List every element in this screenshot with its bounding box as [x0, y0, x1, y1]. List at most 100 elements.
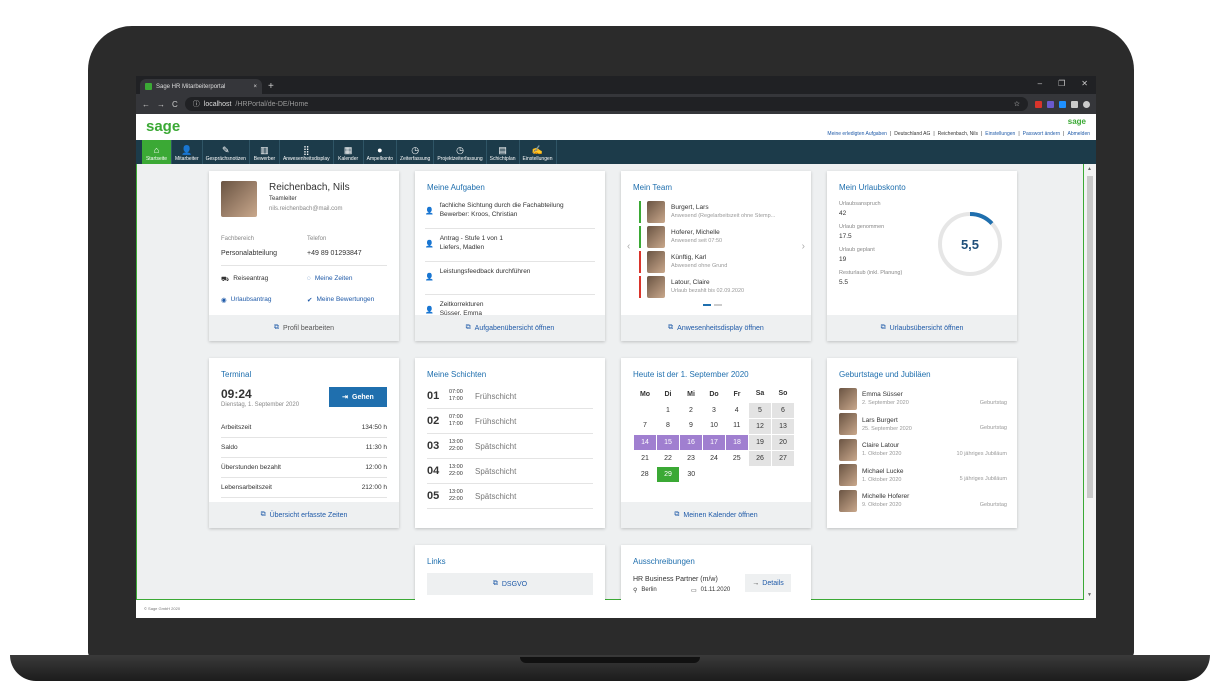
calendar-day[interactable]: 16	[679, 433, 703, 451]
nav-item[interactable]: ✍ Einstellungen	[520, 140, 557, 164]
calendar-day[interactable]: 7	[634, 418, 657, 434]
calendar-day[interactable]: 12	[748, 417, 772, 435]
dsgvo-link[interactable]: ⧉ DSGVO	[427, 573, 593, 595]
back-icon[interactable]: ←	[142, 100, 150, 109]
maximize-button[interactable]: ❐	[1058, 79, 1065, 88]
birthday-item[interactable]: Michelle Hoferer 9. Oktober 2020 Geburtsta…	[839, 488, 1007, 514]
team-next-button[interactable]: ›	[802, 241, 805, 252]
shift-row[interactable]: 01 07:00 17:00 Frühschicht	[427, 384, 593, 409]
calendar-day[interactable]: 11	[726, 418, 749, 434]
team-footer[interactable]: ⧉ Anwesenheitsdisplay öffnen	[621, 315, 811, 341]
calendar-day[interactable]: 4	[726, 402, 749, 418]
birthday-item[interactable]: Michael Lucke 1. Oktober 2020 5 jähriges J…	[839, 463, 1007, 489]
attendance-display-link[interactable]: Anwesenheitsdisplay öffnen	[677, 325, 764, 332]
extension-icon[interactable]	[1035, 100, 1042, 108]
calendar-day[interactable]: 19	[748, 433, 772, 451]
task-item[interactable]: 👤 Leistungsfeedback durchführen	[425, 265, 595, 295]
dot[interactable]	[714, 304, 722, 306]
calendar-day[interactable]: 8	[657, 418, 680, 434]
nav-item[interactable]: ▦ Kalender	[334, 140, 364, 164]
calendar-footer[interactable]: ⧉ Meinen Kalender öffnen	[621, 502, 811, 528]
url-input[interactable]: ⓘ localhost/HRPortal/de-DE/Home ☆	[184, 97, 1028, 111]
header-link[interactable]: Einstellungen	[985, 131, 1015, 137]
calendar-day[interactable]: 14	[633, 433, 657, 451]
new-tab-button[interactable]: +	[268, 81, 274, 92]
team-member[interactable]: Burgert, Lars Anwesend (Regelarbeitszeit …	[639, 199, 795, 224]
calendar-day[interactable]: 20	[771, 433, 795, 451]
calendar-day[interactable]: 27	[771, 449, 795, 467]
profile-action[interactable]: ◉ Urlaubsantrag	[221, 296, 307, 304]
scroll-down-icon[interactable]: ▼	[1087, 592, 1092, 598]
calendar-day[interactable]: 9	[680, 418, 703, 434]
scroll-up-icon[interactable]: ▲	[1087, 166, 1092, 172]
terminal-footer[interactable]: ⧉ Übersicht erfasste Zeiten	[209, 502, 399, 528]
calendar-day[interactable]: 1	[657, 402, 680, 418]
tasks-overview-link[interactable]: Aufgabenübersicht öffnen	[475, 325, 555, 332]
nav-item[interactable]: ▤ Schichtplan	[487, 140, 520, 164]
birthday-item[interactable]: Lars Burgert 25. September 2020 Geburtstag	[839, 412, 1007, 438]
team-member[interactable]: Hoferer, Michelle Anwesend seit 07:50	[639, 224, 795, 249]
calendar-day[interactable]: 3	[703, 402, 726, 418]
reload-icon[interactable]: C	[172, 100, 178, 109]
calendar-day[interactable]: 13	[771, 417, 795, 435]
team-prev-button[interactable]: ‹	[627, 241, 630, 252]
vacation-footer[interactable]: ⧉ Urlaubsübersicht öffnen	[827, 315, 1017, 341]
calendar-day[interactable]: 6	[771, 401, 795, 419]
vacation-overview-link[interactable]: Urlaubsübersicht öffnen	[890, 325, 964, 332]
calendar-day[interactable]: 15	[656, 433, 680, 451]
nav-item[interactable]: ● Ampelkonto	[364, 140, 398, 164]
nav-item[interactable]: ✎ Gesprächsnotizen	[203, 140, 250, 164]
nav-item[interactable]: ◷ Projektzeiterfassung	[434, 140, 487, 164]
dot[interactable]	[703, 304, 711, 306]
team-member[interactable]: Künftig, Karl Abwesend ohne Grund	[639, 249, 795, 274]
calendar-day[interactable]: 5	[748, 401, 772, 419]
calendar-day[interactable]: 26	[748, 449, 772, 467]
profile-action[interactable]: ✔ Meine Bewertungen	[307, 296, 391, 304]
header-link[interactable]: Meine erledigten Aufgaben	[827, 131, 887, 137]
scrollbar[interactable]: ▲ ▼	[1084, 164, 1096, 600]
nav-item[interactable]: ▥ Bewerber	[250, 140, 280, 164]
sage-logo[interactable]: sage	[146, 118, 180, 135]
tasks-footer[interactable]: ⧉ Aufgabenübersicht öffnen	[415, 315, 605, 341]
header-link[interactable]: Passwort ändern	[1023, 131, 1061, 137]
calendar-link[interactable]: Meinen Kalender öffnen	[683, 512, 757, 519]
profile-footer[interactable]: ⧉ Profil bearbeiten	[209, 315, 399, 341]
task-item[interactable]: 👤 fachliche Sichtung durch die Fachabteil…	[425, 199, 595, 229]
calendar-day[interactable]: 10	[703, 418, 726, 434]
shift-row[interactable]: 04 13:00 22:00 Spätschicht	[427, 459, 593, 484]
bookmark-star-icon[interactable]: ☆	[1014, 100, 1020, 108]
times-overview-link[interactable]: Übersicht erfasste Zeiten	[270, 512, 348, 519]
nav-item[interactable]: ⣿ Anwesenheitsdisplay	[280, 140, 334, 164]
puzzle-icon[interactable]	[1071, 100, 1078, 108]
minimize-button[interactable]: –	[1038, 79, 1042, 88]
calendar-day[interactable]: 28	[634, 466, 657, 482]
profile-action[interactable]: ◌ Meine Zeiten	[307, 275, 391, 284]
team-member[interactable]: Latour, Claire Urlaub bezahlt bis 02.09.2…	[639, 274, 795, 299]
calendar-day[interactable]: 22	[657, 450, 680, 466]
job-title[interactable]: HR Business Partner (m/w)	[633, 576, 718, 583]
nav-item[interactable]: ⌂ Startseite	[142, 140, 172, 164]
scrollbar-thumb[interactable]	[1087, 176, 1093, 498]
extension-icon[interactable]	[1047, 100, 1054, 108]
birthday-item[interactable]: Emma Süsser 2. September 2020 Geburtstag	[839, 386, 1007, 412]
browser-tab[interactable]: Sage HR Mitarbeiterportal ×	[140, 79, 262, 94]
extension-icon[interactable]	[1059, 100, 1066, 108]
close-window-button[interactable]: ✕	[1081, 79, 1088, 88]
header-link[interactable]: Abmelden	[1067, 131, 1090, 137]
nav-item[interactable]: 👤 Mitarbeiter	[172, 140, 203, 164]
tab-close-icon[interactable]: ×	[253, 84, 257, 90]
calendar-day[interactable]: 25	[726, 450, 749, 466]
calendar-day[interactable]: 29	[656, 465, 680, 483]
calendar-day[interactable]: 18	[725, 433, 749, 451]
calendar-day[interactable]: 21	[634, 450, 657, 466]
profile-action[interactable]: ⛟ Reiseantrag	[221, 275, 307, 284]
nav-item[interactable]: ◷ Zeiterfassung	[397, 140, 435, 164]
calendar-day[interactable]: 17	[702, 433, 726, 451]
edit-profile-link[interactable]: Profil bearbeiten	[283, 325, 334, 332]
shift-row[interactable]: 03 13:00 22:00 Spätschicht	[427, 434, 593, 459]
calendar-day[interactable]: 24	[703, 450, 726, 466]
shift-row[interactable]: 05 13:00 22:00 Spätschicht	[427, 484, 593, 509]
birthday-item[interactable]: Claire Latour 1. Oktober 2020 10 jähriges …	[839, 437, 1007, 463]
shift-row[interactable]: 02 07:00 17:00 Frühschicht	[427, 409, 593, 434]
details-button[interactable]: → Details	[745, 574, 791, 592]
